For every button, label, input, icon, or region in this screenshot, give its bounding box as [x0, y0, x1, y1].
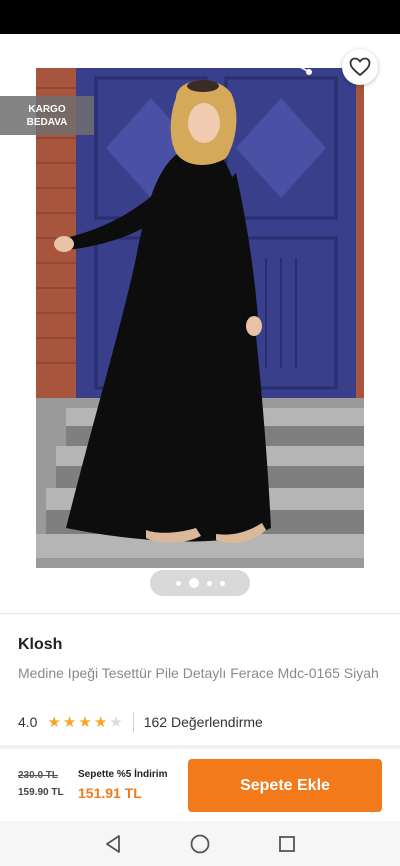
- pager-dot-active[interactable]: [188, 578, 199, 588]
- star-filled-icon: ★: [93, 713, 108, 731]
- star-empty-icon: ★: [109, 713, 123, 731]
- product-title: Medine Ipeği Tesettür Pile Detaylı Ferac…: [18, 665, 379, 681]
- product-photo[interactable]: [36, 68, 364, 568]
- nav-back-button[interactable]: [98, 829, 128, 859]
- back-button[interactable]: [18, 51, 54, 81]
- current-price: 159.90 TL: [18, 787, 64, 798]
- free-shipping-badge: KARGO BEDAVA: [0, 96, 94, 135]
- old-price: 230.0 TL: [18, 770, 59, 781]
- system-nav-bar: [0, 821, 400, 866]
- rating-value: 4.0: [18, 714, 38, 730]
- rating-row[interactable]: 4.0 ★ ★ ★ ★ ★ 162 Değerlendirme: [18, 712, 263, 732]
- nav-home-icon: [190, 834, 210, 853]
- status-bar: [0, 0, 400, 34]
- gallery-pager[interactable]: [150, 570, 250, 596]
- rating-separator: [132, 712, 134, 732]
- star-filled-icon: ★: [47, 713, 61, 731]
- pager-dot[interactable]: [175, 580, 181, 586]
- discount-label: Sepette %5 İndirim: [78, 769, 168, 780]
- nav-recents-icon: [278, 835, 295, 852]
- back-arrow-icon: [26, 58, 46, 74]
- discount-price: 151.91 TL: [78, 785, 142, 801]
- share-icon: [294, 55, 312, 75]
- star-filled-icon: ★: [62, 713, 77, 731]
- star-filled-icon: ★: [78, 713, 92, 731]
- star-rating: ★ ★ ★ ★ ★: [47, 715, 122, 730]
- share-button[interactable]: [288, 50, 318, 80]
- badge-line-2: BEDAVA: [26, 116, 68, 128]
- badge-line-1: KARGO: [28, 103, 66, 115]
- brand-name[interactable]: Klosh: [18, 636, 62, 654]
- add-to-cart-button[interactable]: Sepete Ekle: [188, 759, 382, 812]
- pager-dot[interactable]: [219, 580, 225, 586]
- heart-icon: [349, 57, 371, 76]
- pager-dot[interactable]: [206, 580, 212, 586]
- review-count[interactable]: 162 Değerlendirme: [144, 714, 263, 730]
- nav-back-icon: [106, 834, 121, 853]
- divider: [0, 613, 400, 614]
- nav-recents-button[interactable]: [272, 829, 302, 859]
- product-image-gallery[interactable]: KARGO BEDAVA: [0, 34, 400, 612]
- favorite-button[interactable]: [342, 49, 378, 85]
- buy-bar: 230.0 TL 159.90 TL Sepette %5 İndirim 15…: [0, 749, 400, 821]
- nav-home-button[interactable]: [185, 829, 215, 859]
